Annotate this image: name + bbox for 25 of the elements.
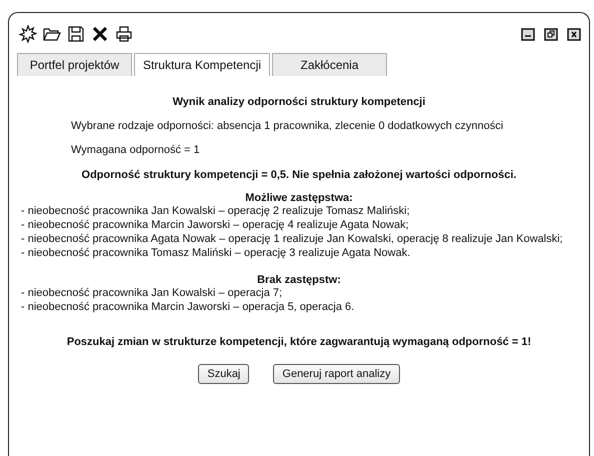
prompt-text: Poszukaj zmian w strukturze kompetencji, które zagwarantują wymaganą odporność = 1!	[66, 336, 532, 348]
list-item: - nieobecność pracownika Marcin Jaworski – operację 4 realizuje Agata Nowak;	[21, 218, 410, 232]
result-text: Odporność struktury kompetencji = 0,5. Nie spełnia założonej wartości odporności.	[80, 169, 518, 181]
tab[interactable]: Portfel projektów	[17, 53, 132, 76]
section-heading: Brak zastępstw:	[256, 274, 342, 286]
list-item: - nieobecność pracownika Tomasz Maliński – operację 3 realizuje Agata Nowak.	[21, 246, 412, 260]
action-button[interactable]: Generuj raport analizy	[273, 364, 400, 384]
list-item: - nieobecność pracownika Jan Kowalski – operacja 7;	[21, 286, 284, 300]
tab[interactable]: Zakłócenia	[272, 53, 387, 76]
printer-icon[interactable]	[115, 25, 133, 43]
save-icon[interactable]	[67, 25, 85, 43]
close-button[interactable]	[567, 28, 581, 40]
close-icon[interactable]	[91, 25, 109, 43]
minimize-button[interactable]	[521, 28, 535, 40]
list-item: - nieobecność pracownika Marcin Jaworski – operacja 5, operacja 6.	[21, 300, 356, 314]
selected-types-text: Wybrane rodzaje odporności: absencja 1 pracownika, zlecenie 0 dodatkowych czynności	[70, 120, 504, 132]
list-item: - nieobecność pracownika Jan Kowalski – operację 2 realizuje Tomasz Maliński;	[21, 204, 411, 218]
list-item: - nieobecność pracownika Agata Nowak – operację 1 realizuje Jan Kowalski, operację 8 realizuje Jan Kowalski;	[21, 232, 564, 246]
report-title: Wynik analizy odporności struktury kompetencji	[172, 96, 426, 108]
restore-button[interactable]	[544, 28, 558, 40]
action-button[interactable]: Szukaj	[198, 364, 250, 384]
new-icon[interactable]	[19, 25, 37, 43]
tab[interactable]: Struktura Kompetencji	[134, 53, 270, 76]
required-resilience-text: Wymagana odporność = 1	[70, 144, 201, 156]
section-heading: Możliwe zastępstwa:	[244, 192, 354, 204]
